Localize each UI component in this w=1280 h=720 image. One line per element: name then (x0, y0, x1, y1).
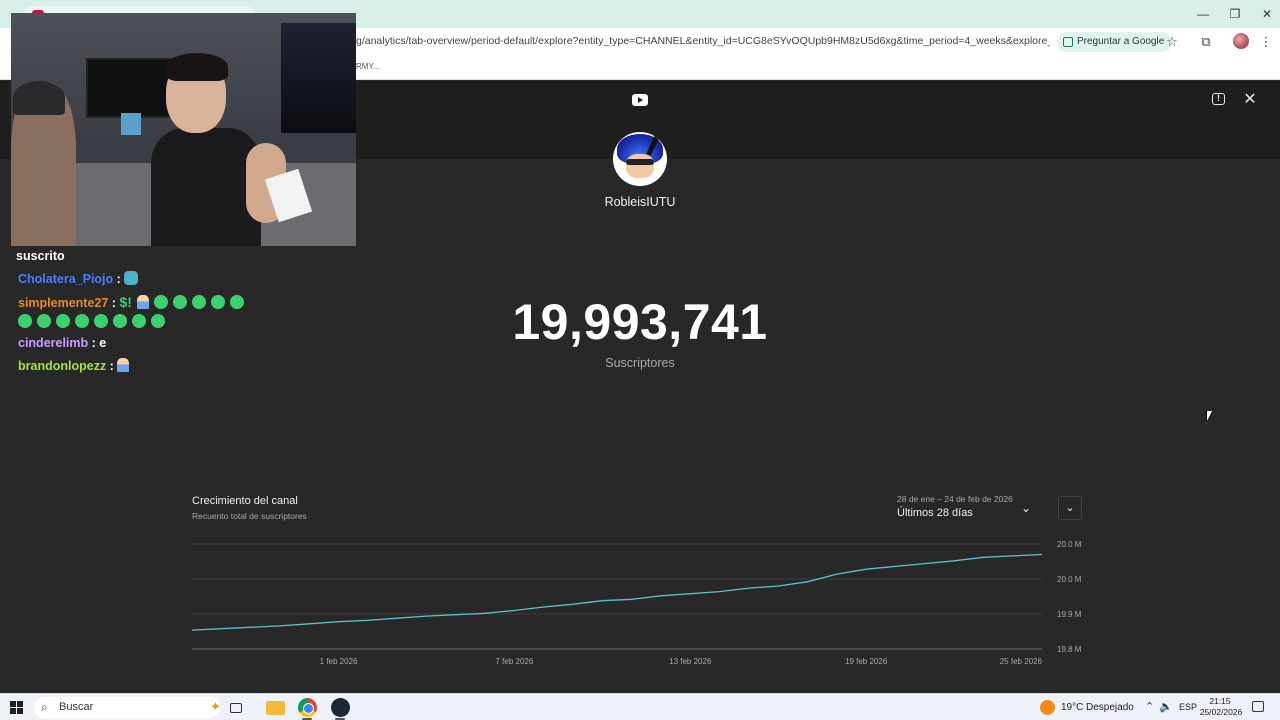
chrome-icon[interactable] (298, 698, 317, 717)
subscriber-count: 19,993,741 (512, 294, 768, 350)
growth-chart: 20.0 M 20.0 M 19.9 M 19.8 M 1 feb 2026 7 feb … (191, 540, 1082, 666)
green-emote-icon (113, 314, 127, 328)
chat-message: simplemente27 : $! (18, 294, 249, 310)
lens-icon (1063, 37, 1073, 47)
url-text[interactable]: g/analytics/tab-overview/period-default/… (356, 35, 1050, 47)
restore-icon[interactable]: ❐ (1218, 4, 1252, 24)
green-emote-icon (191, 295, 206, 309)
green-emote-icon (153, 295, 168, 309)
chat-message: Cholatera_Piojo : (18, 271, 143, 286)
chat-separator: : (88, 336, 100, 350)
period-selector[interactable]: Últimos 28 días (897, 507, 973, 519)
notifications-icon[interactable] (1252, 701, 1264, 712)
avatar-face (626, 154, 654, 178)
y-tick-label: 19.8 M (1057, 645, 1082, 654)
chart-subtitle: Recuento total de suscriptores (192, 511, 307, 521)
chat-separator: : (108, 296, 120, 310)
language-indicator[interactable]: ESP (1179, 702, 1197, 712)
chevron-down-icon[interactable]: ⌄ (1019, 501, 1033, 515)
chat-username: simplemente27 (18, 296, 109, 310)
close-icon[interactable]: ✕ (1240, 90, 1260, 110)
green-emote-icon (132, 314, 146, 328)
extensions-icon[interactable]: ⧉ (1197, 33, 1215, 51)
webcam-hair (166, 53, 228, 81)
chat-message: brandonlopezz : (18, 358, 134, 373)
chat-header: suscrito (16, 249, 65, 263)
robot-emote-icon (124, 271, 139, 285)
person-emote-icon (136, 295, 149, 309)
steam-icon[interactable] (331, 698, 350, 717)
weather-description[interactable]: Despejado (1086, 702, 1134, 713)
collapse-chevron-icon[interactable]: ⌄ (1058, 496, 1082, 520)
green-emote-icon (151, 314, 165, 328)
search-placeholder: Buscar (59, 701, 94, 713)
green-emote-icon (210, 295, 225, 309)
y-tick-label: 20.0 M (1057, 540, 1082, 549)
chat-message-continuation (18, 314, 170, 329)
subscriber-series-line[interactable] (191, 553, 1043, 631)
speaker-icon[interactable]: 🔈 (1159, 700, 1173, 713)
search-icon: ⌕ (41, 700, 48, 714)
chat-username: Cholatera_Piojo (18, 272, 114, 286)
chart-title: Crecimiento del canal (192, 495, 298, 507)
green-emote-icon (229, 295, 244, 309)
youtube-logo-icon (632, 94, 648, 106)
green-emote-icon (172, 295, 187, 309)
dollar-emote-icon: $! (119, 294, 132, 310)
avatar-glasses (626, 159, 654, 165)
x-tick-label: 25 feb 2026 (1000, 657, 1043, 666)
y-tick-label: 20.0 M (1057, 575, 1082, 584)
x-tick-label: 1 feb 2026 (320, 657, 358, 666)
chat-text: e (99, 336, 107, 350)
taskbar-search[interactable]: ⌕ Buscar ✦ (34, 697, 221, 718)
chat-separator: : (113, 272, 125, 286)
bookmark-item[interactable]: RMY... (356, 62, 379, 71)
channel-name: RobleisIUTU (604, 195, 676, 209)
weather-temperature[interactable]: 19°C (1061, 702, 1083, 713)
mouse-cursor-icon (1206, 411, 1212, 423)
green-emote-icon (56, 314, 70, 328)
weather-icon[interactable] (1040, 700, 1055, 715)
task-view-icon[interactable] (230, 703, 242, 713)
period-date-range: 28 de ene – 24 de feb de 2026 (897, 494, 1013, 504)
webcam-cap (13, 81, 65, 115)
chat-message: cinderelimb : e (18, 336, 106, 350)
tray-chevron-up-icon[interactable]: ⌃ (1145, 700, 1154, 713)
webcam-feed (11, 13, 356, 246)
ask-google-button[interactable]: Preguntar a Google (1057, 32, 1173, 52)
person-emote-icon (117, 358, 130, 372)
windows-start-icon[interactable] (10, 701, 23, 714)
chat-username: brandonlopezz (18, 359, 107, 373)
profile-avatar-icon[interactable] (1233, 33, 1249, 49)
close-window-icon[interactable]: ✕ (1250, 4, 1280, 24)
screen: — ❐ ✕ g/analytics/tab-overview/period-de… (0, 0, 1280, 720)
webcam-lamp (121, 113, 141, 135)
x-tick-label: 19 feb 2026 (845, 657, 888, 666)
webcam-person-center (151, 128, 261, 246)
green-emote-icon (75, 314, 89, 328)
green-emote-icon (18, 314, 32, 328)
x-tick-label: 7 feb 2026 (496, 657, 534, 666)
chat-username: cinderelimb (18, 336, 89, 350)
sparkle-icon: ✦ (210, 699, 221, 714)
green-emote-icon (37, 314, 51, 328)
file-explorer-icon[interactable] (266, 701, 285, 715)
chat-separator: : (106, 359, 118, 373)
webcam-window (281, 23, 356, 133)
clock-date[interactable]: 25/02/2026 (1198, 707, 1244, 717)
taskbar: ⌕ Buscar ✦ 19°C Despejado ⌃ 🔈 ESP 21:15 … (0, 693, 1280, 720)
minimize-icon[interactable]: — (1186, 4, 1220, 24)
x-tick-label: 13 feb 2026 (669, 657, 712, 666)
channel-avatar (613, 132, 667, 186)
green-emote-icon (94, 314, 108, 328)
y-tick-label: 19.9 M (1057, 610, 1082, 619)
browser-menu-icon[interactable]: ⋮ (1257, 33, 1275, 51)
subscriber-label: Suscriptores (605, 356, 675, 370)
bookmark-star-icon[interactable]: ☆ (1163, 33, 1181, 51)
feedback-icon[interactable]: ! (1212, 93, 1225, 105)
ask-google-label: Preguntar a Google (1077, 36, 1165, 47)
clock-time[interactable]: 21:15 (1200, 696, 1240, 706)
